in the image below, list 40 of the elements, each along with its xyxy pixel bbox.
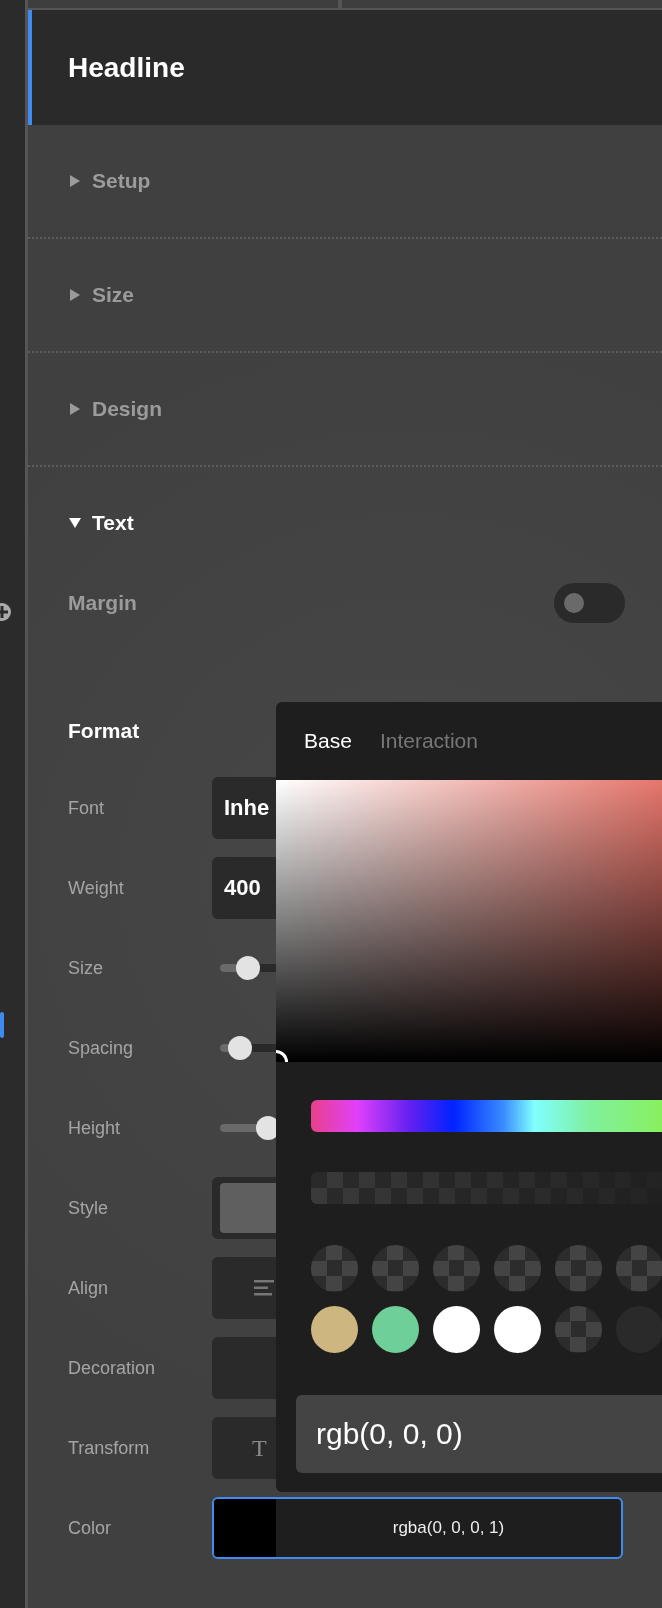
empty-swatch[interactable] <box>494 1245 541 1292</box>
empty-swatch[interactable] <box>311 1245 358 1292</box>
field-label: Decoration <box>68 1357 157 1379</box>
picker-tab[interactable]: Interaction <box>379 729 478 753</box>
selected-tool-icon[interactable] <box>0 1012 4 1038</box>
empty-swatch[interactable] <box>555 1245 602 1292</box>
empty-swatch[interactable] <box>616 1245 662 1292</box>
panel-title: Headline <box>68 51 185 84</box>
saturation-area[interactable] <box>276 780 662 1062</box>
color-value-field[interactable]: rgb(0, 0, 0) <box>296 1395 662 1473</box>
section-header[interactable]: Text <box>28 467 662 579</box>
field-label: Size <box>68 957 104 979</box>
field-label: Weight <box>68 877 125 899</box>
color-swatch[interactable] <box>372 1306 419 1353</box>
hue-spectrum-strip[interactable] <box>311 1100 662 1132</box>
align-left-icon <box>254 1280 274 1296</box>
field-label: Transform <box>68 1437 151 1459</box>
field-label: Color <box>68 1517 112 1539</box>
plus-icon[interactable] <box>0 602 12 622</box>
color-swatch[interactable] <box>494 1306 541 1353</box>
margin-label: Margin <box>68 591 137 615</box>
empty-swatch[interactable] <box>433 1245 480 1292</box>
color-field[interactable]: rgba(0, 0, 0, 1) <box>212 1497 623 1559</box>
empty-swatch[interactable] <box>372 1245 419 1292</box>
field-label: Style <box>68 1197 110 1219</box>
field-label: Spacing <box>68 1037 135 1059</box>
color-swatch[interactable] <box>433 1306 480 1353</box>
color-swatch[interactable] <box>311 1306 358 1353</box>
section-header[interactable]: Setup <box>28 125 662 239</box>
empty-swatch[interactable] <box>555 1306 602 1353</box>
opacity-checker-strip[interactable] <box>311 1172 662 1204</box>
format-heading: Format <box>68 719 140 743</box>
field-label: Font <box>68 797 106 819</box>
section-header[interactable]: Size <box>28 239 662 353</box>
section-header[interactable]: Design <box>28 353 662 467</box>
transform-glyph: T <box>252 1434 267 1462</box>
margin-toggle[interactable] <box>554 583 625 623</box>
field-label: Align <box>68 1277 110 1299</box>
field-label: Height <box>68 1117 122 1139</box>
picker-tab[interactable]: Base <box>304 729 352 753</box>
